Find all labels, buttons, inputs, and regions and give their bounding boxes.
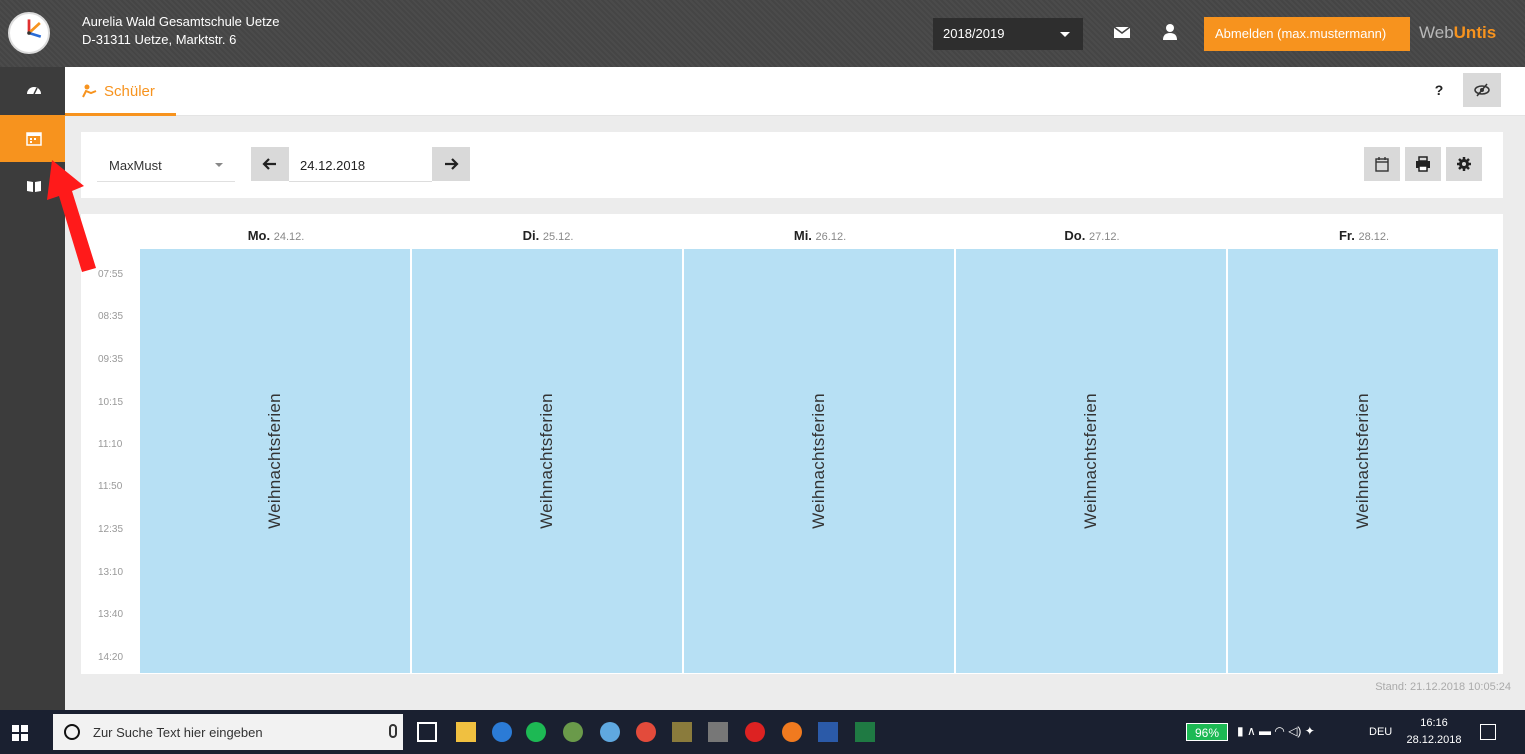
- previous-week-button[interactable]: [251, 147, 289, 181]
- book-icon: [27, 181, 41, 192]
- app-icon[interactable]: [672, 722, 692, 742]
- school-year-select[interactable]: 2018/2019: [933, 18, 1083, 50]
- time-label: 08:35: [98, 311, 124, 322]
- taskbar-search[interactable]: Zur Suche Text hier eingeben: [53, 714, 403, 750]
- nav-dashboard[interactable]: [0, 67, 65, 114]
- notification-icon[interactable]: [1480, 724, 1496, 740]
- search-placeholder: Zur Suche Text hier eingeben: [93, 725, 263, 740]
- time-label: 13:10: [98, 567, 124, 578]
- time-label: 11:10: [98, 439, 123, 450]
- holiday-label: Weihnachtsferien: [537, 393, 556, 529]
- calendar-icon: [1375, 157, 1389, 172]
- chrome-icon[interactable]: [636, 722, 656, 742]
- print-button[interactable]: [1405, 147, 1441, 181]
- mail-icon[interactable]: [1112, 22, 1132, 42]
- last-updated: Stand: 21.12.2018 10:05:24: [1375, 681, 1511, 693]
- webuntis-logo-icon[interactable]: [8, 12, 50, 54]
- help-button[interactable]: ?: [1429, 82, 1449, 102]
- time-label: 12:35: [98, 524, 124, 535]
- dashboard-icon: [27, 87, 41, 95]
- excel-icon[interactable]: [855, 722, 875, 742]
- annotation-arrow-icon: [47, 160, 96, 272]
- windows-start-icon[interactable]: [12, 725, 28, 741]
- battery-indicator[interactable]: 96%: [1186, 723, 1228, 741]
- holiday-label: Weihnachtsferien: [809, 393, 828, 529]
- day-header: Fr. 28.12.: [1338, 228, 1390, 243]
- gear-icon: [1457, 157, 1471, 171]
- cortana-icon: [64, 724, 80, 740]
- settings-button[interactable]: [1446, 147, 1482, 181]
- holiday-label: Weihnachtsferien: [265, 393, 284, 529]
- logout-button[interactable]: Abmelden (max.mustermann): [1204, 17, 1410, 51]
- time-label: 09:35: [98, 354, 124, 365]
- day-header: Mi. 26.12.: [793, 228, 847, 243]
- calendar-picker-button[interactable]: [1364, 147, 1400, 181]
- language-indicator[interactable]: DEU: [1369, 726, 1392, 738]
- app-icon[interactable]: [563, 722, 583, 742]
- tab-strip: Schüler ?: [65, 67, 1525, 116]
- time-label: 14:20: [98, 652, 124, 663]
- calendar-icon: [26, 132, 42, 146]
- student-value: MaxMust: [109, 158, 162, 173]
- spotify-icon[interactable]: [526, 722, 546, 742]
- time-column: 07:55 08:35 09:35 10:15 11:10 11:50 12:3…: [81, 249, 139, 673]
- holiday-block[interactable]: Weihnachtsferien: [1228, 249, 1498, 673]
- day-header: Mo. 24.12.: [247, 228, 305, 243]
- next-week-button[interactable]: [432, 147, 470, 181]
- taskbar-clock[interactable]: 16:16 28.12.2018: [1404, 715, 1464, 749]
- holiday-block[interactable]: Weihnachtsferien: [684, 249, 954, 673]
- time-label: 10:15: [98, 397, 124, 408]
- holiday-block[interactable]: Weihnachtsferien: [956, 249, 1226, 673]
- top-header: Aurelia Wald Gesamtschule Uetze D-31311 …: [0, 0, 1525, 67]
- task-view-icon[interactable]: [417, 722, 437, 742]
- time-label: 13:40: [98, 609, 124, 620]
- app-icon[interactable]: [745, 722, 765, 742]
- eye-slash-icon: [1474, 83, 1490, 97]
- holiday-label: Weihnachtsferien: [1081, 393, 1100, 529]
- chevron-down-icon: [215, 163, 223, 167]
- word-icon[interactable]: [818, 722, 838, 742]
- student-select[interactable]: MaxMust: [97, 148, 235, 182]
- school-address: D-31311 Uetze, Marktstr. 6: [82, 32, 237, 47]
- timetable-grid: Mo. 24.12. Di. 25.12. Mi. 26.12. Do. 27.…: [81, 214, 1503, 674]
- day-header: Do. 27.12.: [1064, 228, 1120, 243]
- app-icon[interactable]: [708, 722, 728, 742]
- day-header: Di. 25.12.: [522, 228, 574, 243]
- date-input[interactable]: 24.12.2018: [289, 147, 432, 182]
- holiday-label: Weihnachtsferien: [1353, 393, 1372, 529]
- school-info: Aurelia Wald Gesamtschule Uetze D-31311 …: [82, 13, 280, 49]
- user-icon[interactable]: [1160, 22, 1180, 42]
- nav-timetable[interactable]: [0, 115, 65, 162]
- print-icon: [1416, 156, 1430, 172]
- chevron-down-icon: [1060, 32, 1070, 37]
- system-tray-icons[interactable]: ▮ ∧ ▬ ◠ ◁) ✦: [1237, 724, 1315, 738]
- app-icon[interactable]: [600, 722, 620, 742]
- microphone-icon[interactable]: [389, 724, 397, 738]
- tab-schueler[interactable]: Schüler: [65, 67, 176, 116]
- school-name: Aurelia Wald Gesamtschule Uetze: [82, 14, 280, 29]
- arrow-right-icon: [445, 158, 459, 170]
- holiday-block[interactable]: Weihnachtsferien: [140, 249, 410, 673]
- edge-icon[interactable]: [492, 722, 512, 742]
- school-year-value: 2018/2019: [943, 26, 1005, 41]
- holiday-block[interactable]: Weihnachtsferien: [412, 249, 682, 673]
- windows-taskbar: Zur Suche Text hier eingeben 96% ▮ ∧ ▬ ◠…: [0, 710, 1525, 754]
- file-explorer-icon[interactable]: [456, 722, 476, 742]
- tab-label: Schüler: [104, 83, 155, 100]
- arrow-left-icon: [262, 158, 276, 170]
- timetable-toolbar: MaxMust 24.12.2018: [81, 132, 1503, 198]
- webuntis-brand: WebUntis: [1419, 23, 1497, 42]
- firefox-icon[interactable]: [782, 722, 802, 742]
- student-icon: [82, 84, 97, 98]
- hide-details-button[interactable]: [1463, 73, 1501, 107]
- time-label: 11:50: [98, 481, 123, 492]
